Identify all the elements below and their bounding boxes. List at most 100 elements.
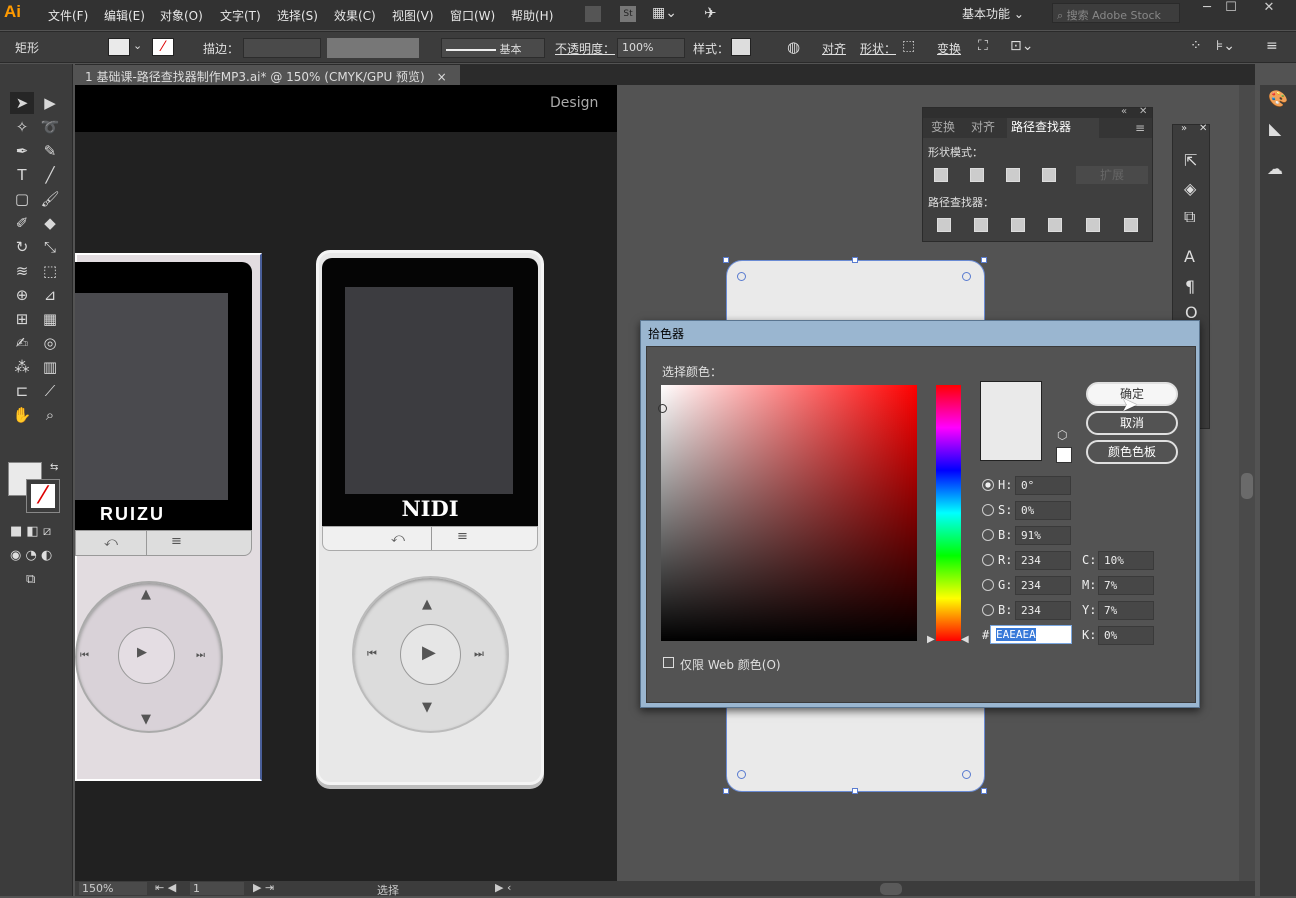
hand-tool-icon[interactable]: ✋ [10,404,34,426]
hue-slider[interactable] [936,385,961,641]
align-to-icon[interactable]: ⊧⌄ [1216,38,1235,54]
menu-effect[interactable]: 效果(C) [334,7,376,24]
zoom-select[interactable]: 150% [79,882,147,895]
color-mode-icons[interactable]: ■ ◧ ⧄ [10,524,51,539]
selection-handle[interactable] [723,788,729,794]
color-palette-icon[interactable]: 🎨 [1268,89,1288,108]
transform-link[interactable]: 变换 [937,40,961,57]
fill-swatch[interactable] [108,38,130,56]
rotate-tool-icon[interactable]: ↻ [10,236,34,258]
close-tab-icon[interactable]: × [437,70,447,84]
creative-cloud-libraries-icon[interactable]: ☁ [1267,159,1283,178]
direct-selection-tool-icon[interactable]: ▶ [38,92,62,114]
width-tool-icon[interactable]: ≋ [10,260,34,282]
perspective-grid-tool-icon[interactable]: ⊿ [38,284,62,306]
page-next-last[interactable]: ▶ ⇥ [253,881,274,894]
menu-help[interactable]: 帮助(H) [511,7,553,24]
vertical-scrollbar[interactable] [1239,85,1255,881]
unite-icon[interactable] [934,168,948,182]
collapse-icon[interactable]: » [1181,123,1187,134]
close-dock-icon[interactable]: ✕ [1199,123,1207,134]
opacity-input[interactable]: 100% [617,38,685,58]
gpu-performance-icon[interactable]: ✈ [704,4,717,22]
color-field-cursor[interactable] [658,404,667,413]
r-field[interactable]: 234 [1015,551,1071,570]
expand-button[interactable]: 扩展 [1076,166,1148,184]
shape-icon[interactable]: ⬚ [902,38,915,54]
selection-handle[interactable] [852,788,858,794]
paintbrush-tool-icon[interactable]: 🖌 [38,188,62,210]
gradient-tool-icon[interactable]: ▦ [38,308,62,330]
magic-wand-tool-icon[interactable]: ✧ [10,116,34,138]
menu-file[interactable]: 文件(F) [48,7,88,24]
radio-h[interactable] [982,479,994,491]
menu-edit[interactable]: 编辑(E) [104,7,145,24]
align-link[interactable]: 对齐 [822,40,846,57]
web-colors-only-checkbox[interactable] [663,657,674,668]
k-field[interactable]: 0% [1098,626,1154,645]
stock-icon[interactable]: St [620,6,636,22]
draw-mode-icons[interactable]: ◉ ◔ ◐ [10,548,52,563]
color-swatches-button[interactable]: 颜色色板 [1086,440,1178,464]
distribute-icon[interactable]: ⁘ [1190,38,1202,54]
corner-radius-widget[interactable] [962,272,971,281]
scroll-thumb[interactable] [1241,473,1253,499]
blue-field[interactable]: 234 [1015,601,1071,620]
s-field[interactable]: 0% [1015,501,1071,520]
arrange-documents-icon[interactable]: ▦⌄ [652,5,677,21]
mesh-tool-icon[interactable]: ⊞ [10,308,34,330]
bridge-icon[interactable] [585,6,601,22]
radio-b[interactable] [982,529,994,541]
tab-pathfinder[interactable]: 路径查找器 [1011,118,1071,135]
type-tool-icon[interactable]: T [10,164,34,186]
out-of-web-color-icon[interactable]: ⬡ [1057,428,1067,442]
opacity-label[interactable]: 不透明度： [555,40,615,57]
paragraph-icon[interactable]: ¶ [1185,277,1195,296]
selection-tool-icon[interactable]: ➤ [10,92,34,114]
artboard-tool-icon[interactable]: ⊏ [10,380,34,402]
artboard-number-input[interactable]: 1 [190,882,244,895]
saturation-brightness-field[interactable] [661,385,917,641]
h-field[interactable]: 0° [1015,476,1071,495]
hue-slider-right-arrow-icon[interactable]: ◀ [961,634,969,645]
gradient-panel-icon[interactable]: ◣ [1269,119,1281,138]
screen-mode-icon[interactable]: ⧉ [26,572,35,587]
collapse-icon[interactable]: « [1121,106,1127,117]
radio-s[interactable] [982,504,994,516]
menu-view[interactable]: 视图(V) [392,7,434,24]
curvature-tool-icon[interactable]: ✎ [38,140,62,162]
intersect-icon[interactable] [1006,168,1020,182]
symbol-sprayer-tool-icon[interactable]: ⁂ [10,356,34,378]
radio-r[interactable] [982,554,994,566]
hue-slider-left-arrow-icon[interactable]: ▶ [927,634,935,645]
free-transform-tool-icon[interactable]: ⬚ [38,260,62,282]
graphic-style-swatch[interactable] [731,38,751,56]
panel-menu-icon[interactable]: ≡ [1266,38,1278,54]
export-icon[interactable]: ⇱ [1184,151,1197,170]
stroke-color-box[interactable]: ⁄ [26,479,60,513]
pen-tool-icon[interactable]: ✒ [10,140,34,162]
selection-handle[interactable] [723,257,729,263]
tab-transform[interactable]: 变换 [931,118,955,135]
nearest-web-color-swatch[interactable] [1056,447,1072,463]
search-stock-input[interactable]: ⌕ 搜索 Adobe Stock [1052,3,1180,23]
eyedropper-tool-icon[interactable]: ✍ [10,332,34,354]
layers-icon[interactable]: ◈ [1184,179,1196,198]
divide-icon[interactable] [937,218,951,232]
shape-builder-tool-icon[interactable]: ⊕ [10,284,34,306]
warp-icon[interactable]: ⊡⌄ [1010,38,1033,54]
menu-object[interactable]: 对象(O) [160,7,203,24]
brush-definition[interactable]: 基本 [441,38,545,58]
scale-tool-icon[interactable]: ⤡ [38,236,62,258]
zoom-tool-icon[interactable]: ⌕ [38,404,62,426]
menu-window[interactable]: 窗口(W) [450,7,495,24]
stroke-weight-input[interactable] [243,38,321,58]
menu-select[interactable]: 选择(S) [277,7,318,24]
shape-link[interactable]: 形状： [860,40,896,57]
maximize-icon[interactable]: ☐ [1220,0,1242,18]
panel-menu-icon[interactable]: ≡ [1135,121,1145,135]
corner-radius-widget[interactable] [737,272,746,281]
shaper-tool-icon[interactable]: ✐ [10,212,34,234]
radio-g[interactable] [982,579,994,591]
chevron-down-icon[interactable]: ⌄ [133,39,142,52]
